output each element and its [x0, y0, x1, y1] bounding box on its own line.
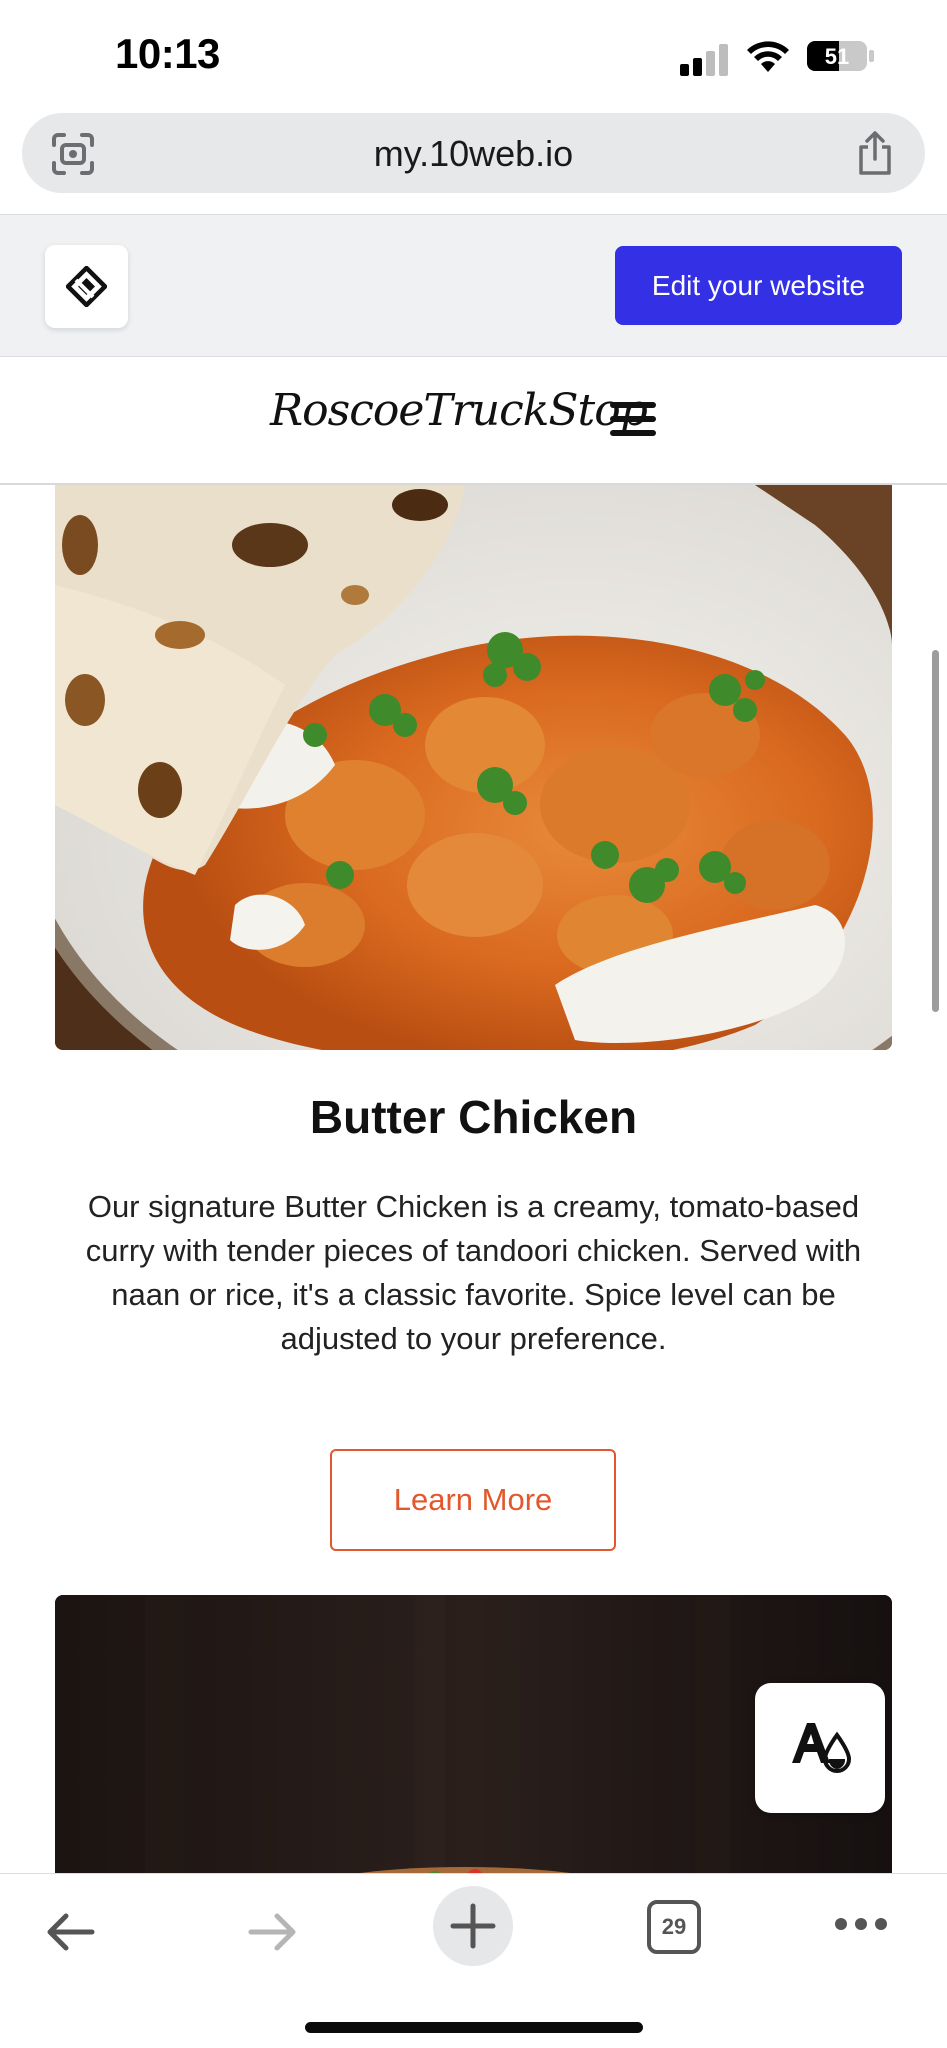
tabs-count-button[interactable]: 29 [647, 1900, 701, 1954]
back-arrow-icon[interactable] [42, 1904, 98, 1960]
editor-toolbar: Edit your website [0, 214, 947, 357]
new-tab-button[interactable] [433, 1886, 513, 1966]
battery-icon: 51 [807, 41, 874, 71]
learn-more-button[interactable]: Learn More [330, 1449, 616, 1551]
edit-website-button[interactable]: Edit your website [615, 246, 902, 325]
site-header: RoscoeTruckStop [0, 357, 947, 485]
butter-chicken-image [55, 485, 892, 1050]
browser-address-area: my.10web.io [0, 110, 947, 215]
cellular-signal-icon [680, 42, 730, 76]
dish-description: Our signature Butter Chicken is a creamy… [85, 1189, 862, 1356]
forward-arrow-icon[interactable] [245, 1904, 301, 1960]
address-bar[interactable]: my.10web.io [22, 113, 925, 193]
editor-logo-button[interactable] [45, 245, 128, 328]
browser-bottom-toolbar: 29 [0, 1873, 947, 2048]
hamburger-menu-icon[interactable] [610, 402, 656, 438]
wifi-icon [747, 41, 789, 72]
more-dots-icon[interactable] [833, 1914, 889, 1934]
status-bar: 10:13 51 [0, 0, 947, 110]
url-text[interactable]: my.10web.io [22, 133, 925, 175]
page-scrollbar[interactable] [932, 650, 939, 1012]
accessibility-button[interactable] [755, 1683, 885, 1813]
accessibility-contrast-icon [792, 1723, 852, 1773]
svg-text:51: 51 [825, 44, 849, 69]
main-content: Butter Chicken Our signature Butter Chic… [0, 485, 947, 1875]
status-time: 10:13 [115, 30, 220, 77]
home-indicator[interactable] [305, 2022, 643, 2033]
dish-title: Butter Chicken [309, 1091, 638, 1143]
share-icon[interactable] [855, 129, 895, 177]
new-tab-plus-icon [450, 1903, 496, 1949]
site-logo-title[interactable]: RoscoeTruckStop [270, 385, 648, 436]
10web-logo-icon [66, 266, 107, 307]
